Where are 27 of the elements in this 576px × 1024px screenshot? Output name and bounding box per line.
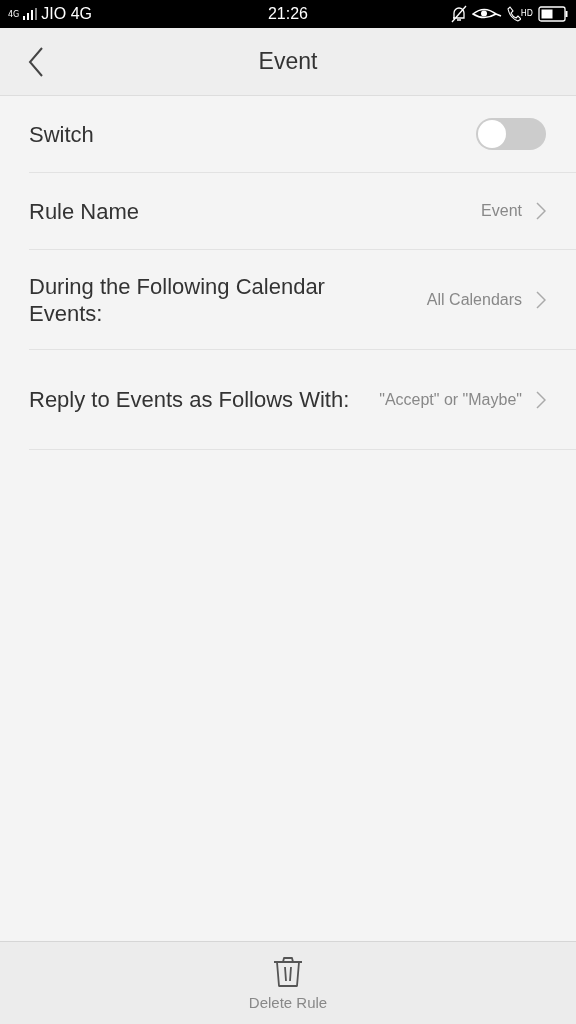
bell-off-icon xyxy=(450,5,467,23)
row-value: Event xyxy=(481,202,522,220)
settings-row[interactable]: Switch xyxy=(29,96,576,173)
network-type: 4G xyxy=(8,9,20,19)
chevron-icon xyxy=(536,202,546,220)
chevron-icon xyxy=(536,390,546,409)
back-icon xyxy=(28,46,44,77)
eye-icon xyxy=(471,7,502,21)
settings-row[interactable]: During the Following Calendar Events: All Calendars xyxy=(29,250,576,350)
phone-icon xyxy=(506,6,521,22)
row-label: Reply to Events as Follows With: xyxy=(29,386,351,413)
trash-icon xyxy=(272,955,304,988)
row-value: All Calendars xyxy=(426,290,522,309)
page-title: Event xyxy=(258,48,318,75)
clock-time: 21:26 xyxy=(267,5,308,23)
chevron-icon xyxy=(536,290,546,309)
hd-label: HD xyxy=(520,9,533,18)
row-label: Switch xyxy=(29,120,95,148)
carrier-name: JIO 4G xyxy=(41,5,92,23)
row-label: Rule Name xyxy=(29,197,141,225)
toggle-switch[interactable] xyxy=(476,118,546,150)
battery-icon xyxy=(538,6,568,22)
settings-row[interactable]: Reply to Events as Follows With: "Accept" or "Maybe" xyxy=(29,350,576,450)
settings-row[interactable]: Rule Name Event xyxy=(29,173,576,250)
signal-icon xyxy=(23,8,38,20)
row-value: "Accept" or "Maybe" xyxy=(379,390,522,409)
row-label: During the Following Calendar Events: xyxy=(29,272,326,327)
